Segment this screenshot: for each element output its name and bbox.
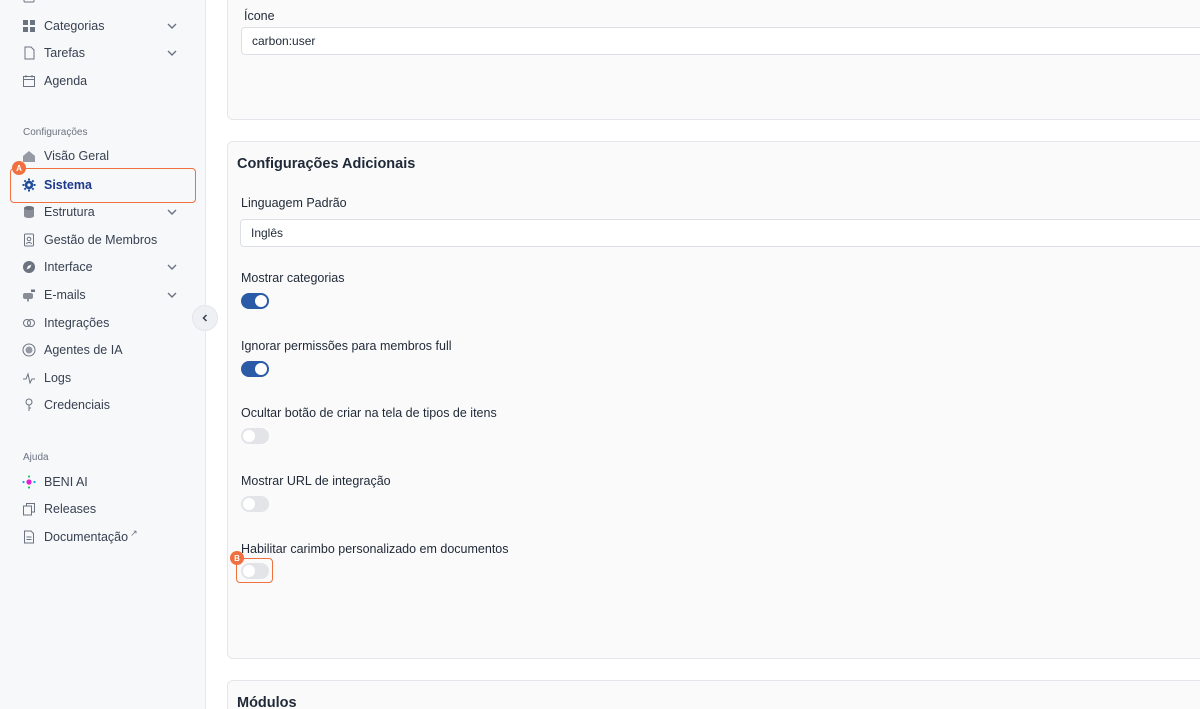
toggle-show-categories[interactable] [241, 293, 269, 309]
sidebar-item-label: E-mails [44, 288, 86, 302]
house-icon [22, 149, 36, 163]
icon-field-label: Ícone [244, 9, 275, 23]
sidebar-item-label: Integrações [44, 316, 110, 330]
sidebar-item-cropped[interactable] [14, 0, 192, 10]
sidebar-item-agentes-ia[interactable]: Agentes de IA [14, 337, 192, 363]
chevron-left-icon [202, 314, 208, 322]
sidebar-item-gestao-membros[interactable]: Gestão de Membros [14, 227, 192, 253]
toggle-label-show-integration-url: Mostrar URL de integração [241, 474, 391, 488]
section-label-configuracoes: Configurações [23, 127, 88, 138]
compass-icon [22, 260, 36, 274]
sidebar-item-label: Visão Geral [44, 149, 110, 163]
sidebar-item-label: Documentação [44, 530, 129, 544]
sidebar-item-label: Gestão de Membros [44, 233, 158, 247]
sidebar-item-interface[interactable]: Interface [14, 254, 192, 280]
chip-icon [22, 343, 36, 357]
sidebar-item-visao-geral[interactable]: Visão Geral [14, 143, 192, 169]
sidebar-item-label: Estrutura [44, 205, 95, 219]
document-icon [22, 530, 36, 544]
external-link-icon: ↗ [130, 527, 138, 538]
sidebar-item-credenciais[interactable]: Credenciais [14, 392, 192, 418]
sidebar-item-label: Releases [44, 502, 97, 516]
sidebar-item-beni-ai[interactable]: BENI AI [14, 469, 192, 495]
cropped-icon [22, 0, 36, 4]
sidebar-item-logs[interactable]: Logs [14, 365, 192, 391]
chevron-down-icon[interactable] [166, 20, 178, 32]
sparkle-icon [22, 475, 36, 489]
icon-input[interactable]: carbon:user [241, 27, 1200, 55]
toggle-ignore-permissions[interactable] [241, 361, 269, 377]
file-icon [22, 46, 36, 60]
badge-icon [22, 233, 36, 247]
link-icon [22, 316, 36, 330]
toggle-label-custom-stamp: Habilitar carimbo personalizado em docum… [241, 542, 509, 556]
toggle-show-integration-url[interactable] [241, 496, 269, 512]
activity-icon [22, 371, 36, 385]
sidebar-item-emails[interactable]: E-mails [14, 282, 192, 308]
sidebar-item-label: BENI AI [44, 475, 88, 489]
toggle-knob [255, 363, 267, 375]
toggle-label-show-categories: Mostrar categorias [241, 271, 345, 285]
sidebar-item-label: Credenciais [44, 398, 111, 412]
sidebar-item-label: Logs [44, 371, 72, 385]
collapse-sidebar-button[interactable] [192, 305, 218, 331]
copy-icon [22, 502, 36, 516]
sidebar-item-label: Interface [44, 260, 93, 274]
chevron-down-icon[interactable] [166, 47, 178, 59]
annotation-badge-b: B [230, 551, 244, 565]
language-select[interactable]: Inglês [240, 219, 1200, 247]
mailbox-icon [22, 288, 36, 302]
additional-settings-panel: Configurações Adicionais Linguagem Padrã… [227, 141, 1200, 659]
section-label-ajuda: Ajuda [23, 452, 49, 463]
calendar-icon [22, 74, 36, 88]
chevron-down-icon[interactable] [166, 261, 178, 273]
database-icon [22, 205, 36, 219]
sidebar-item-label: Agentes de IA [44, 343, 123, 357]
sidebar-item-label: Tarefas [44, 46, 85, 60]
sidebar-item-releases[interactable]: Releases [14, 496, 192, 522]
sidebar-item-categorias[interactable]: Categorias [14, 13, 192, 39]
sidebar-item-agenda[interactable]: Agenda [14, 68, 192, 94]
icon-settings-panel: Ícone carbon:user [227, 0, 1200, 120]
modules-title: Módulos [237, 695, 297, 709]
annotation-badge-a: A [12, 161, 26, 175]
modules-panel: Módulos [227, 680, 1200, 709]
chevron-down-icon[interactable] [166, 289, 178, 301]
toggle-knob [243, 430, 255, 442]
sidebar-item-integracoes[interactable]: Integrações [14, 310, 192, 336]
sidebar-item-label: Categorias [44, 19, 105, 33]
toggle-label-hide-create-button: Ocultar botão de criar na tela de tipos … [241, 406, 497, 420]
toggle-hide-create-button[interactable] [241, 428, 269, 444]
language-field-label: Linguagem Padrão [241, 196, 347, 210]
panel-title: Configurações Adicionais [237, 156, 416, 172]
toggle-label-ignore-permissions: Ignorar permissões para membros full [241, 339, 452, 353]
sidebar-item-documentacao[interactable]: Documentação ↗ [14, 524, 192, 550]
highlight-box-a [10, 168, 196, 203]
sidebar-item-label: Agenda [44, 74, 88, 88]
sidebar-item-tarefas[interactable]: Tarefas [14, 40, 192, 66]
toggle-knob [243, 498, 255, 510]
sidebar: Categorias Tarefas Agenda Configurações … [0, 0, 206, 709]
toggle-knob [255, 295, 267, 307]
chevron-down-icon[interactable] [166, 206, 178, 218]
key-icon [22, 398, 36, 412]
grid-icon [22, 19, 36, 33]
